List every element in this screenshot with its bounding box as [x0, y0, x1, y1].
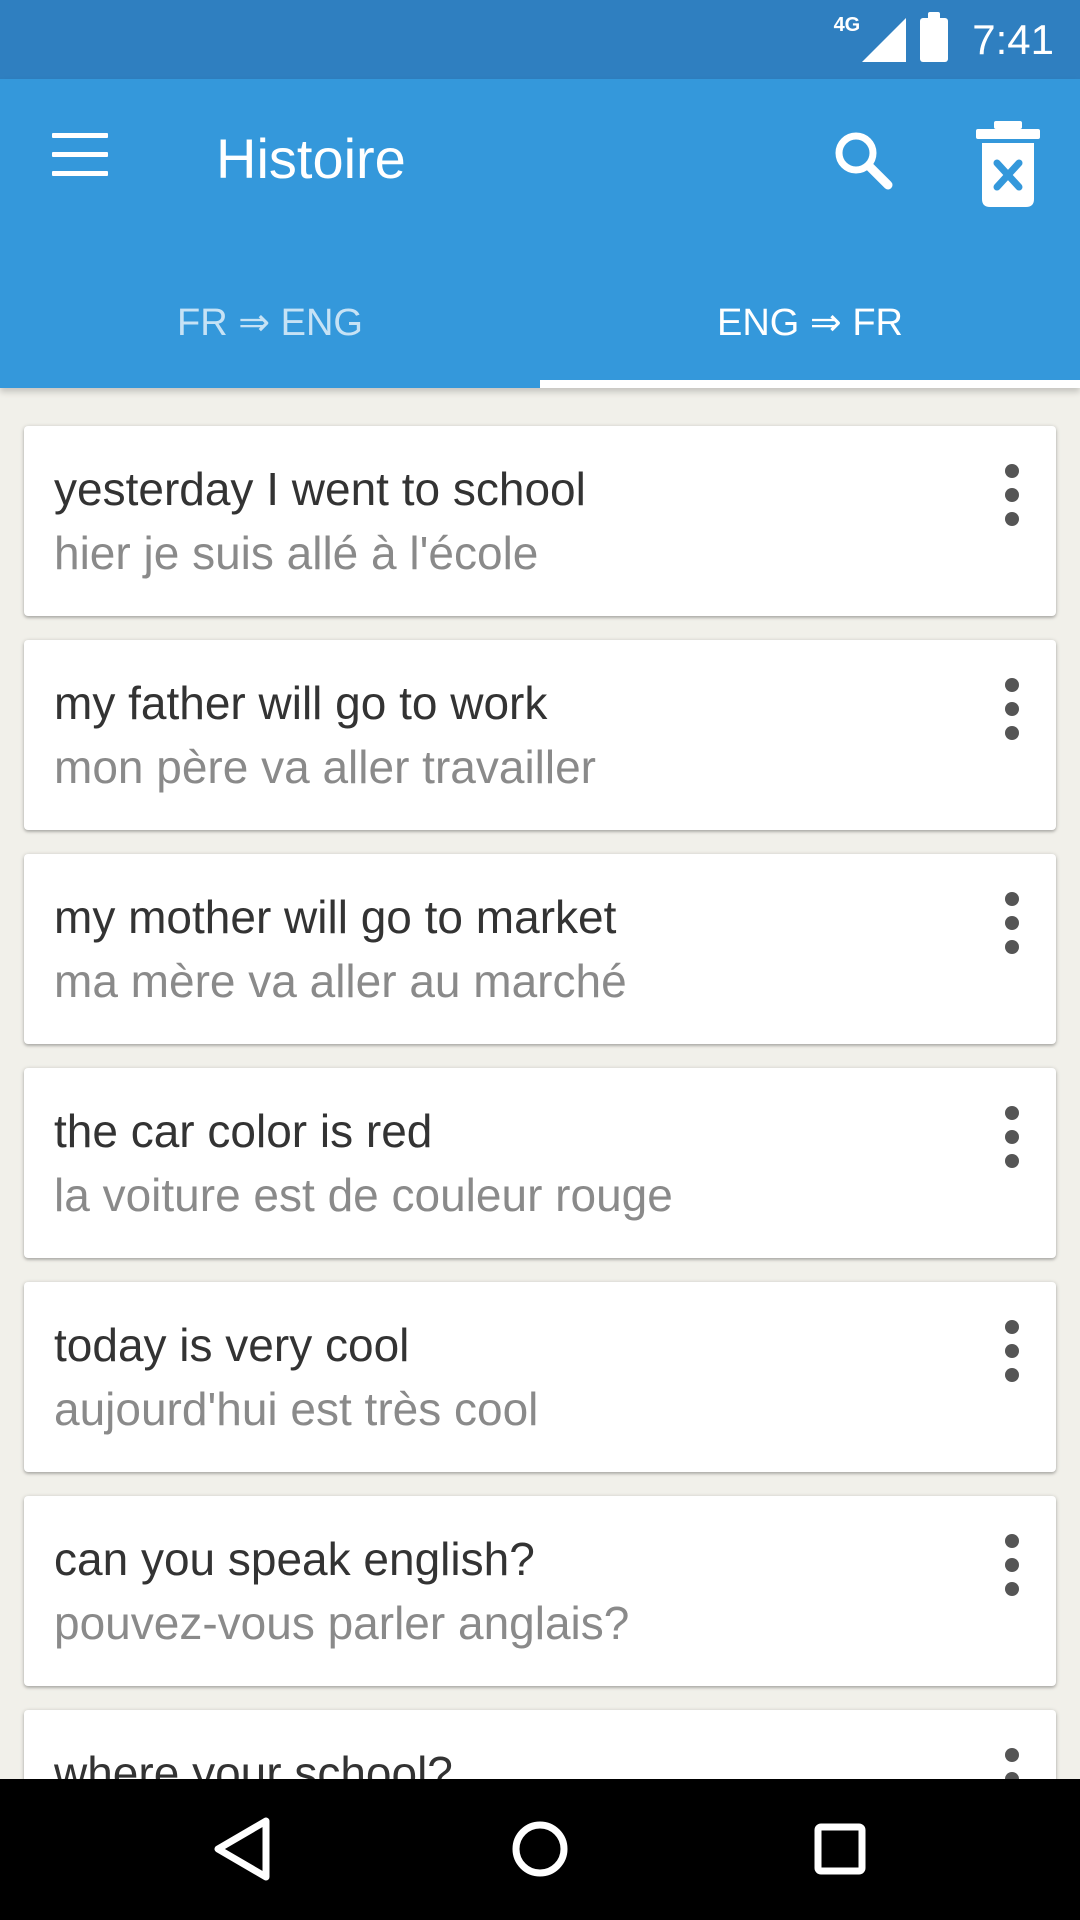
more-options-icon[interactable] [998, 1534, 1026, 1604]
translation-text: mon père va aller travailler [54, 741, 597, 793]
more-options-icon[interactable] [998, 678, 1026, 748]
history-card[interactable]: the car color is red la voiture est de c… [24, 1068, 1056, 1258]
page-title: Histoire [216, 127, 406, 190]
status-time: 7:41 [972, 15, 1054, 63]
translation-text: pouvez-vous parler anglais? [54, 1597, 630, 1649]
translation-text: aujourd'hui est très cool [54, 1383, 539, 1435]
tab-eng-to-fr[interactable]: ENG ⇒ FR [540, 274, 1080, 388]
source-text: today is very cool [54, 1319, 410, 1371]
source-text: my mother will go to market [54, 891, 617, 943]
recents-square-icon[interactable] [800, 1809, 880, 1889]
status-icons: 4G 7:41 [834, 0, 1054, 79]
source-text: where your school? [54, 1747, 453, 1779]
more-options-icon[interactable] [998, 1748, 1026, 1779]
translation-text: ma mère va aller au marché [54, 955, 627, 1007]
system-nav-bar [0, 1779, 1080, 1920]
source-text: can you speak english? [54, 1533, 535, 1585]
translation-text: la voiture est de couleur rouge [54, 1169, 673, 1221]
network-type-label: 4G [833, 14, 861, 36]
history-card[interactable]: yesterday I went to school hier je suis … [24, 426, 1056, 616]
more-options-icon[interactable] [998, 1106, 1026, 1176]
source-text: the car color is red [54, 1105, 433, 1157]
history-card[interactable]: my father will go to work mon père va al… [24, 640, 1056, 830]
hamburger-menu-icon[interactable] [48, 133, 112, 183]
history-card[interactable]: where your school? [24, 1710, 1056, 1779]
history-card[interactable]: today is very cool aujourd'hui est très … [24, 1282, 1056, 1472]
battery-icon [920, 11, 949, 62]
more-options-icon[interactable] [998, 892, 1026, 962]
search-icon[interactable] [826, 123, 902, 199]
app-bar: Histoire FR ⇒ ENG ENG ⇒ FR [0, 79, 1080, 388]
more-options-icon[interactable] [998, 464, 1026, 534]
source-text: my father will go to work [54, 677, 548, 729]
status-bar: 4G 7:41 [0, 0, 1080, 79]
back-triangle-icon[interactable] [200, 1809, 280, 1889]
translation-text: hier je suis allé à l'école [54, 527, 539, 579]
history-card[interactable]: my mother will go to market ma mère va a… [24, 854, 1056, 1044]
direction-tabs: FR ⇒ ENG ENG ⇒ FR [0, 274, 1080, 388]
trash-delete-icon[interactable] [972, 119, 1044, 209]
signal-icon [862, 17, 907, 62]
tab-fr-to-eng[interactable]: FR ⇒ ENG [0, 274, 540, 388]
history-card[interactable]: can you speak english? pouvez-vous parle… [24, 1496, 1056, 1686]
home-circle-icon[interactable] [500, 1809, 580, 1889]
more-options-icon[interactable] [998, 1320, 1026, 1390]
history-list[interactable]: yesterday I went to school hier je suis … [0, 388, 1080, 1779]
source-text: yesterday I went to school [54, 463, 586, 515]
